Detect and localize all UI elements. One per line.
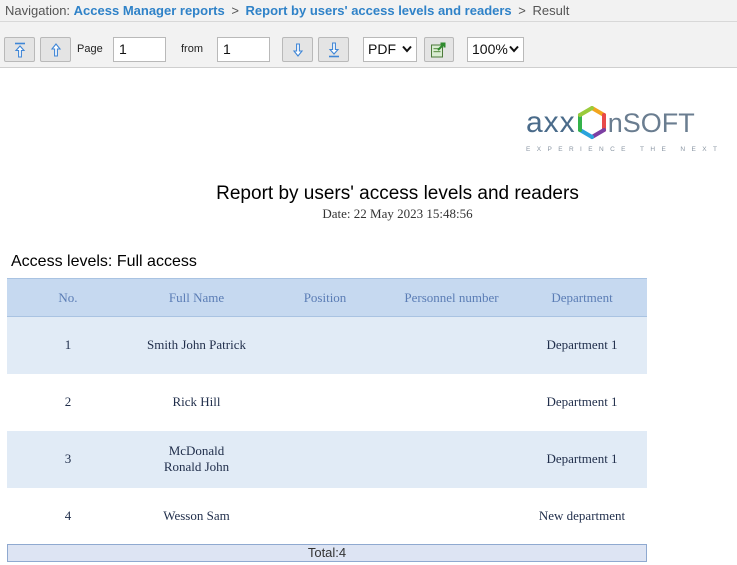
column-header-position: Position: [264, 278, 386, 317]
export-icon: [431, 42, 446, 57]
cell-full-name: Wesson Sam: [129, 487, 264, 545]
access-level-heading: Access levels: Full access: [11, 253, 197, 270]
cell-personnel-number: [386, 316, 517, 374]
page-number-input[interactable]: 1: [113, 37, 166, 62]
logo-text-right: nSOFT: [607, 107, 695, 138]
first-page-icon: [14, 42, 25, 58]
previous-page-button[interactable]: [40, 37, 71, 62]
cell-no: 2: [7, 373, 129, 431]
zoom-value: 100%: [472, 41, 508, 57]
column-header-no: No.: [7, 278, 129, 317]
cell-no: 4: [7, 487, 129, 545]
column-header-personnel-number: Personnel number: [386, 278, 517, 317]
cell-position: [264, 316, 386, 374]
arrow-down-icon: [292, 42, 303, 57]
breadcrumb-link-report[interactable]: Report by users' access levels and reade…: [246, 3, 512, 18]
cell-no: 1: [7, 316, 129, 374]
export-format-select[interactable]: PDF: [363, 37, 417, 62]
cell-position: [264, 373, 386, 431]
hexagon-logo-icon: [577, 106, 606, 139]
table-header-row: No. Full Name Position Personnel number …: [7, 278, 647, 317]
page-count-field: 1: [217, 37, 270, 62]
breadcrumb-link-access-manager-reports[interactable]: Access Manager reports: [74, 3, 225, 18]
page-label: Page: [77, 43, 103, 55]
export-format-value: PDF: [368, 41, 396, 57]
export-button[interactable]: [424, 37, 454, 62]
zoom-select[interactable]: 100%: [467, 37, 524, 62]
column-header-full-name: Full Name: [129, 278, 264, 317]
cell-department: Department 1: [517, 430, 647, 488]
breadcrumb-prefix: Navigation:: [5, 3, 71, 18]
chevron-down-icon: [509, 45, 519, 53]
company-logo: axx nSOFT EXPERIENCE THE NEXT: [526, 104, 736, 156]
cell-full-name: Rick Hill: [129, 373, 264, 431]
report-date: Date: 22 May 2023 15:48:56: [322, 206, 473, 221]
report-total: Total:4: [7, 544, 647, 562]
cell-personnel-number: [386, 430, 517, 488]
breadcrumb-separator: >: [231, 3, 239, 18]
cell-personnel-number: [386, 487, 517, 545]
cell-position: [264, 487, 386, 545]
chevron-down-icon: [402, 45, 412, 53]
next-page-button[interactable]: [282, 37, 313, 62]
last-page-button[interactable]: [318, 37, 349, 62]
report-toolbar: Page 1 from 1 PDF 100%: [0, 22, 737, 68]
table-row: 3 McDonald Ronald John Department 1: [7, 430, 647, 488]
cell-full-name: McDonald Ronald John: [129, 430, 264, 488]
cell-department: New department: [517, 487, 647, 545]
cell-full-name: Smith John Patrick: [129, 316, 264, 374]
table-row: 2 Rick Hill Department 1: [7, 373, 647, 431]
arrow-up-icon: [50, 42, 61, 57]
cell-position: [264, 430, 386, 488]
report-title: Report by users' access levels and reade…: [216, 183, 579, 204]
column-header-department: Department: [517, 278, 647, 317]
from-label: from: [181, 43, 203, 55]
breadcrumb: Navigation: Access Manager reports > Rep…: [0, 0, 737, 22]
table-row: 4 Wesson Sam New department: [7, 487, 647, 545]
cell-personnel-number: [386, 373, 517, 431]
table-row: 1 Smith John Patrick Department 1: [7, 316, 647, 374]
report-table: No. Full Name Position Personnel number …: [7, 278, 647, 545]
breadcrumb-current: Result: [532, 3, 570, 18]
cell-department: Department 1: [517, 373, 647, 431]
last-page-icon: [328, 41, 339, 57]
logo-wordmark: axx nSOFT: [526, 104, 736, 142]
logo-text-left: axx: [526, 106, 576, 139]
logo-tagline: EXPERIENCE THE NEXT: [526, 146, 724, 153]
cell-no: 3: [7, 430, 129, 488]
breadcrumb-separator: >: [518, 3, 526, 18]
cell-department: Department 1: [517, 316, 647, 374]
first-page-button[interactable]: [4, 37, 35, 62]
